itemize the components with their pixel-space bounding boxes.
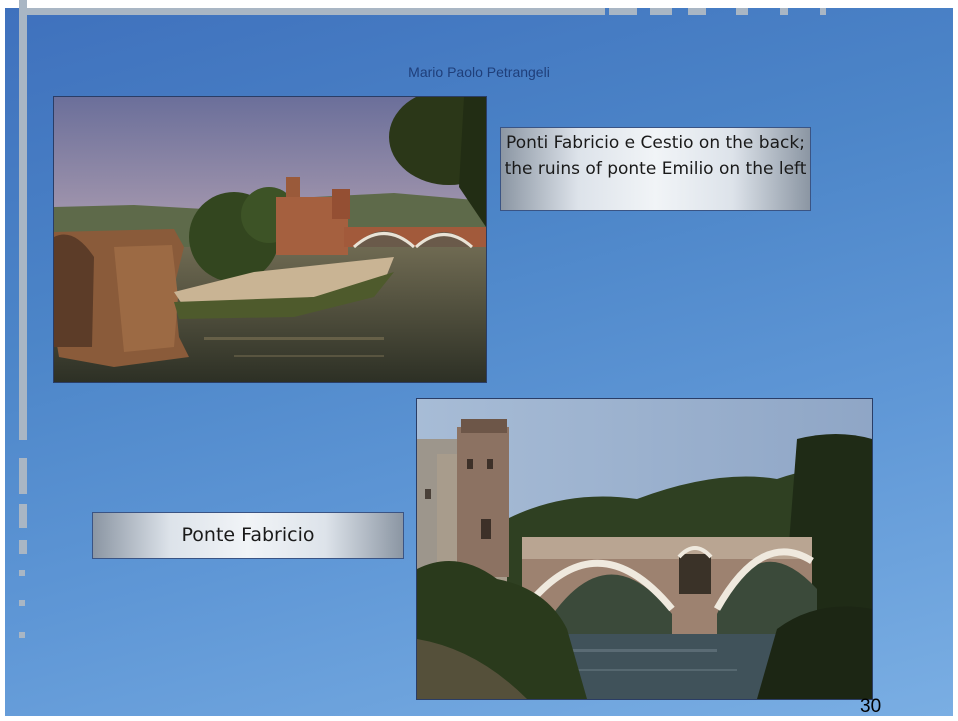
left-decor-segment <box>19 458 27 494</box>
left-decor-segment <box>19 540 27 554</box>
caption-bottom: Ponte Fabricio <box>92 512 404 559</box>
caption-bottom-text: Ponte Fabricio <box>181 524 315 546</box>
top-decor-segment <box>736 8 748 15</box>
top-decor-segment <box>650 8 672 15</box>
caption-top: Ponti Fabricio e Cestio on the back; the… <box>500 127 811 211</box>
author-name: Mario Paolo Petrangeli <box>408 64 550 80</box>
photo-ponte-fabricio <box>416 398 873 700</box>
top-decor-segment <box>780 8 788 15</box>
top-decor-segment <box>820 8 826 15</box>
top-decor-segment <box>688 8 706 15</box>
photo-tiber-island <box>53 96 487 383</box>
left-decor-segment <box>19 632 25 638</box>
left-decor-segment <box>19 504 27 528</box>
left-decor-segment <box>19 600 25 606</box>
page-number: 30 <box>860 696 882 717</box>
top-decor-bar <box>20 8 605 15</box>
top-decor-segment <box>609 8 637 15</box>
left-decor-segment <box>19 570 25 576</box>
caption-top-text: Ponti Fabricio e Cestio on the back; the… <box>504 133 807 179</box>
